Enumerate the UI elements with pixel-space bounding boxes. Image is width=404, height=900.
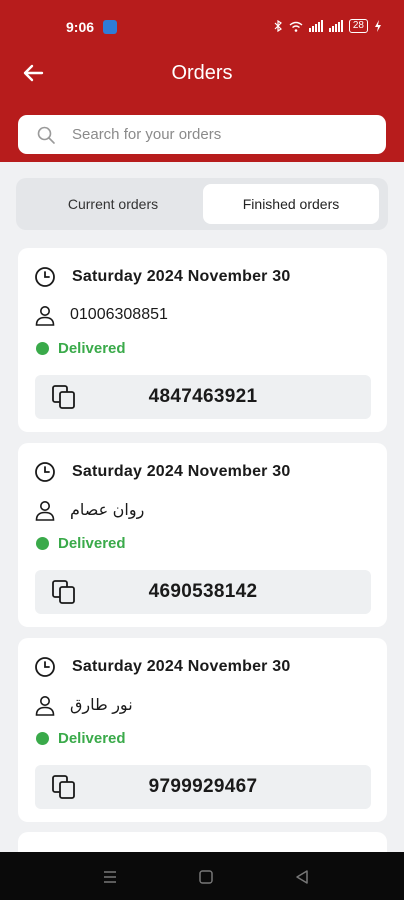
order-card[interactable]: Saturday 2024 November 30 01006308851 De…	[18, 248, 387, 432]
status-dot	[36, 342, 49, 355]
customer-name: روان عصام	[70, 502, 145, 519]
status-time: 9:06	[66, 19, 95, 35]
customer-name: 01006308851	[70, 306, 168, 323]
search-bar[interactable]	[18, 115, 386, 154]
order-number-box[interactable]: 4690538142	[35, 570, 371, 614]
clock-icon	[35, 267, 55, 287]
menu-icon[interactable]	[101, 868, 119, 886]
tab-finished-orders[interactable]: Finished orders	[203, 184, 379, 224]
bluetooth-icon	[274, 20, 282, 32]
order-number-box[interactable]: 9799929467	[35, 765, 371, 809]
app-header: 9:06 28 Orders	[0, 0, 404, 162]
tab-current-orders[interactable]: Current orders	[22, 184, 204, 224]
app-notification-icon	[103, 20, 117, 34]
order-card[interactable]: Saturday 2024 November 30 نور طارق Deliv…	[18, 638, 387, 822]
status-badge: Delivered	[58, 340, 126, 357]
charging-icon	[375, 20, 381, 32]
order-number: 4690538142	[148, 581, 258, 602]
status-badge: Delivered	[58, 730, 126, 747]
order-card[interactable]	[18, 832, 387, 852]
search-icon	[37, 126, 55, 144]
clock-icon	[35, 657, 55, 677]
wifi-icon	[289, 21, 303, 32]
order-number-box[interactable]: 4847463921	[35, 375, 371, 419]
status-bar: 9:06 28	[0, 0, 404, 52]
customer-name: نور طارق	[70, 697, 133, 714]
user-icon	[35, 501, 55, 521]
search-input[interactable]	[72, 126, 352, 143]
status-dot	[36, 732, 49, 745]
order-number: 4847463921	[148, 386, 258, 407]
user-icon	[35, 306, 55, 326]
order-date: Saturday 2024 November 30	[72, 658, 291, 675]
order-date: Saturday 2024 November 30	[72, 463, 291, 480]
page-title: Orders	[171, 62, 233, 84]
system-nav-bar	[0, 852, 404, 900]
status-icons: 28	[273, 19, 382, 33]
user-icon	[35, 696, 55, 716]
signal-icon-2	[328, 20, 343, 32]
clock-icon	[35, 462, 55, 482]
signal-icon-1	[308, 20, 323, 32]
status-dot	[36, 537, 49, 550]
back-triangle-icon[interactable]	[293, 868, 311, 886]
order-number: 9799929467	[148, 776, 258, 797]
battery-icon: 28	[348, 19, 368, 33]
order-date: Saturday 2024 November 30	[72, 268, 291, 285]
home-icon[interactable]	[197, 868, 215, 886]
status-badge: Delivered	[58, 535, 126, 552]
order-card[interactable]: Saturday 2024 November 30 روان عصام Deli…	[18, 443, 387, 627]
order-tabs: Current orders Finished orders	[16, 178, 388, 230]
